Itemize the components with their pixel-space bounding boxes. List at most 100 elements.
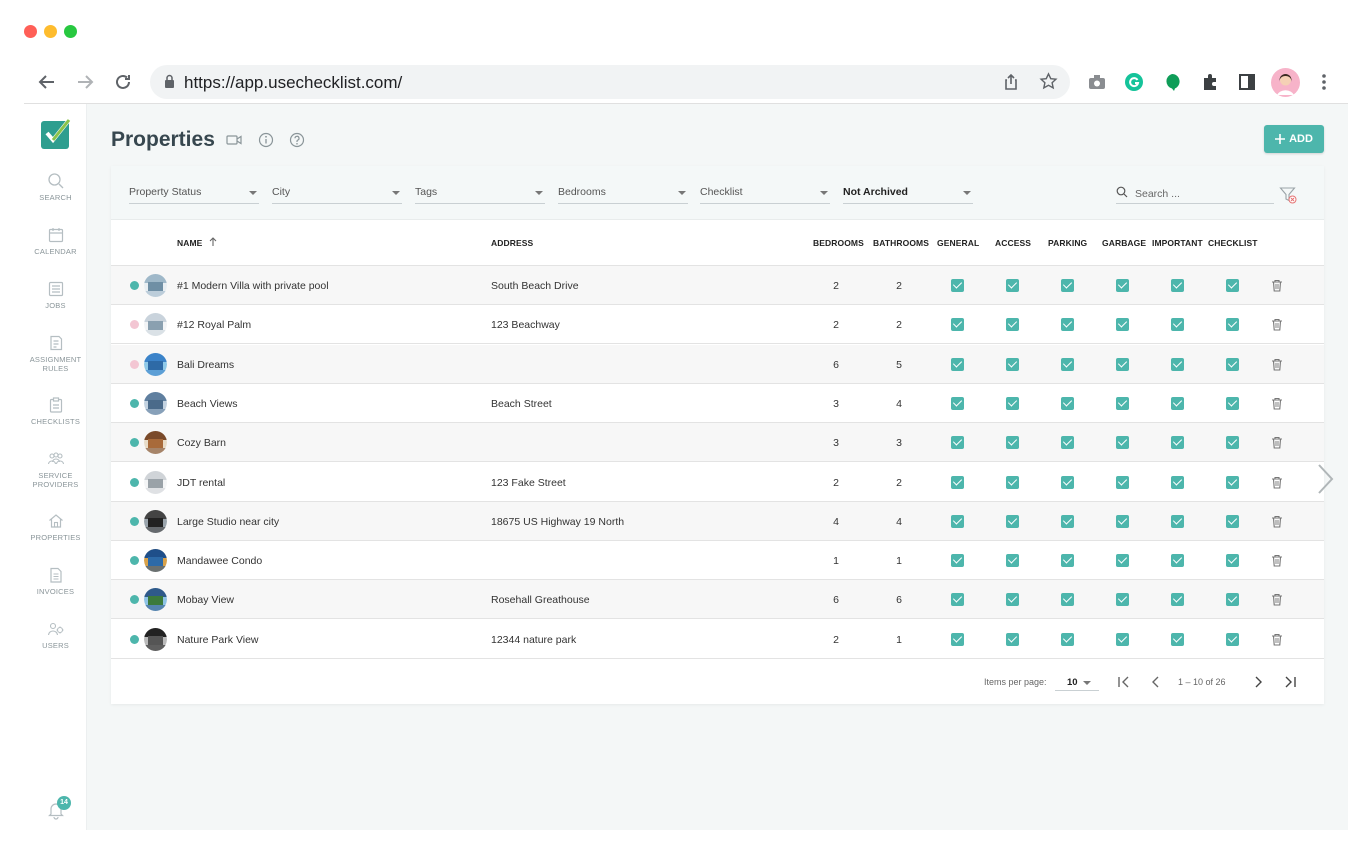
first-page-icon[interactable] [1115,673,1133,691]
delete-icon[interactable] [1271,436,1283,449]
garbage-checkbox[interactable] [1116,279,1129,292]
archive-filter[interactable]: Not Archived [843,186,973,204]
property-name[interactable]: Beach Views [177,398,238,410]
column-header-address[interactable]: ADDRESS [491,238,533,248]
sidebar-item-invoices[interactable]: INVOICES [24,566,87,596]
garbage-checkbox[interactable] [1116,318,1129,332]
delete-icon[interactable] [1271,593,1283,606]
parking-checkbox[interactable] [1061,318,1074,332]
checklist-checkbox[interactable] [1226,593,1239,607]
property-name[interactable]: Mandawee Condo [177,555,262,567]
property-name[interactable]: #12 Royal Palm [177,319,251,331]
reload-button[interactable] [111,70,135,94]
general-checkbox[interactable] [951,357,964,371]
garbage-checkbox[interactable] [1116,632,1129,646]
address-bar[interactable]: https://app.usechecklist.com/ [150,65,1070,99]
property-status-filter[interactable]: Property Status [129,186,259,204]
access-checkbox[interactable] [1006,279,1019,292]
checklist-checkbox[interactable] [1226,279,1239,292]
checklist-checkbox[interactable] [1226,554,1239,568]
browser-menu-button[interactable] [1312,70,1336,94]
sidebar-item-properties[interactable]: PROPERTIES [24,512,87,542]
property-name[interactable]: Mobay View [177,594,234,606]
checklist-checkbox[interactable] [1226,632,1239,646]
important-checkbox[interactable] [1171,593,1184,607]
checklist-checkbox[interactable] [1226,318,1239,332]
important-checkbox[interactable] [1171,357,1184,371]
general-checkbox[interactable] [951,279,964,292]
parking-checkbox[interactable] [1061,593,1074,607]
checklist-logo-icon[interactable] [40,118,72,150]
property-name[interactable]: Nature Park View [177,634,259,646]
access-checkbox[interactable] [1006,554,1019,568]
back-button[interactable] [35,70,59,94]
profile-avatar-button[interactable] [1271,68,1300,97]
delete-icon[interactable] [1271,358,1283,371]
previous-page-icon[interactable] [1147,673,1165,691]
parking-checkbox[interactable] [1061,279,1074,292]
general-checkbox[interactable] [951,554,964,568]
parking-checkbox[interactable] [1061,475,1074,489]
page-size-select[interactable]: 10 [1055,673,1099,691]
access-checkbox[interactable] [1006,514,1019,528]
close-window-button[interactable] [24,25,37,38]
share-icon[interactable] [1002,73,1020,91]
sidebar-item-jobs[interactable]: JOBS [24,280,87,310]
tags-filter[interactable]: Tags [415,186,545,204]
grammarly-extension-button[interactable] [1122,70,1146,94]
important-checkbox[interactable] [1171,279,1184,292]
parking-checkbox[interactable] [1061,357,1074,371]
garbage-checkbox[interactable] [1116,593,1129,607]
important-checkbox[interactable] [1171,318,1184,332]
table-row[interactable]: Large Studio near city 18675 US Highway 1… [111,501,1324,541]
important-checkbox[interactable] [1171,396,1184,410]
delete-icon[interactable] [1271,279,1283,292]
access-checkbox[interactable] [1006,632,1019,646]
general-checkbox[interactable] [951,475,964,489]
parking-checkbox[interactable] [1061,436,1074,450]
access-checkbox[interactable] [1006,396,1019,410]
delete-icon[interactable] [1271,554,1283,567]
parking-checkbox[interactable] [1061,514,1074,528]
sidebar-item-checklists[interactable]: CHECKLISTS [24,396,87,426]
minimize-window-button[interactable] [44,25,57,38]
help-icon[interactable] [289,132,305,148]
property-name[interactable]: Cozy Barn [177,437,226,449]
bookmark-star-icon[interactable] [1039,72,1058,91]
bedrooms-filter[interactable]: Bedrooms [558,186,688,204]
garbage-checkbox[interactable] [1116,396,1129,410]
general-checkbox[interactable] [951,593,964,607]
property-name[interactable]: JDT rental [177,477,225,489]
general-checkbox[interactable] [951,632,964,646]
sidebar-item-calendar[interactable]: CALENDAR [24,226,87,256]
sort-ascending-icon[interactable] [209,237,217,247]
garbage-checkbox[interactable] [1116,475,1129,489]
chevron-right-icon[interactable] [1314,462,1336,496]
add-property-button[interactable]: ADD [1264,125,1324,153]
property-name[interactable]: #1 Modern Villa with private pool [177,280,329,292]
chat-extension-button[interactable] [1160,70,1184,94]
table-row[interactable]: #12 Royal Palm 123 Beachway 2 2 [111,305,1324,345]
table-row[interactable]: Mandawee Condo 1 1 [111,541,1324,581]
table-row[interactable]: #1 Modern Villa with private pool South B… [111,266,1324,305]
forward-button[interactable] [73,70,97,94]
sidebar-item-search[interactable]: SEARCH [24,172,87,202]
general-checkbox[interactable] [951,436,964,450]
info-icon[interactable] [258,132,274,148]
access-checkbox[interactable] [1006,436,1019,450]
garbage-checkbox[interactable] [1116,554,1129,568]
property-name[interactable]: Large Studio near city [177,516,279,528]
search-input[interactable]: Search ... [1116,186,1274,204]
property-name[interactable]: Bali Dreams [177,359,234,371]
important-checkbox[interactable] [1171,632,1184,646]
sidebar-item-service-providers[interactable]: SERVICE PROVIDERS [24,450,87,489]
delete-icon[interactable] [1271,633,1283,646]
access-checkbox[interactable] [1006,318,1019,332]
general-checkbox[interactable] [951,396,964,410]
important-checkbox[interactable] [1171,554,1184,568]
sidebar-item-users[interactable]: USERS [24,620,87,650]
parking-checkbox[interactable] [1061,554,1074,568]
table-row[interactable]: Mobay View Rosehall Greathouse 6 6 [111,580,1324,620]
checklist-checkbox[interactable] [1226,396,1239,410]
table-row[interactable]: JDT rental 123 Fake Street 2 2 [111,463,1324,502]
